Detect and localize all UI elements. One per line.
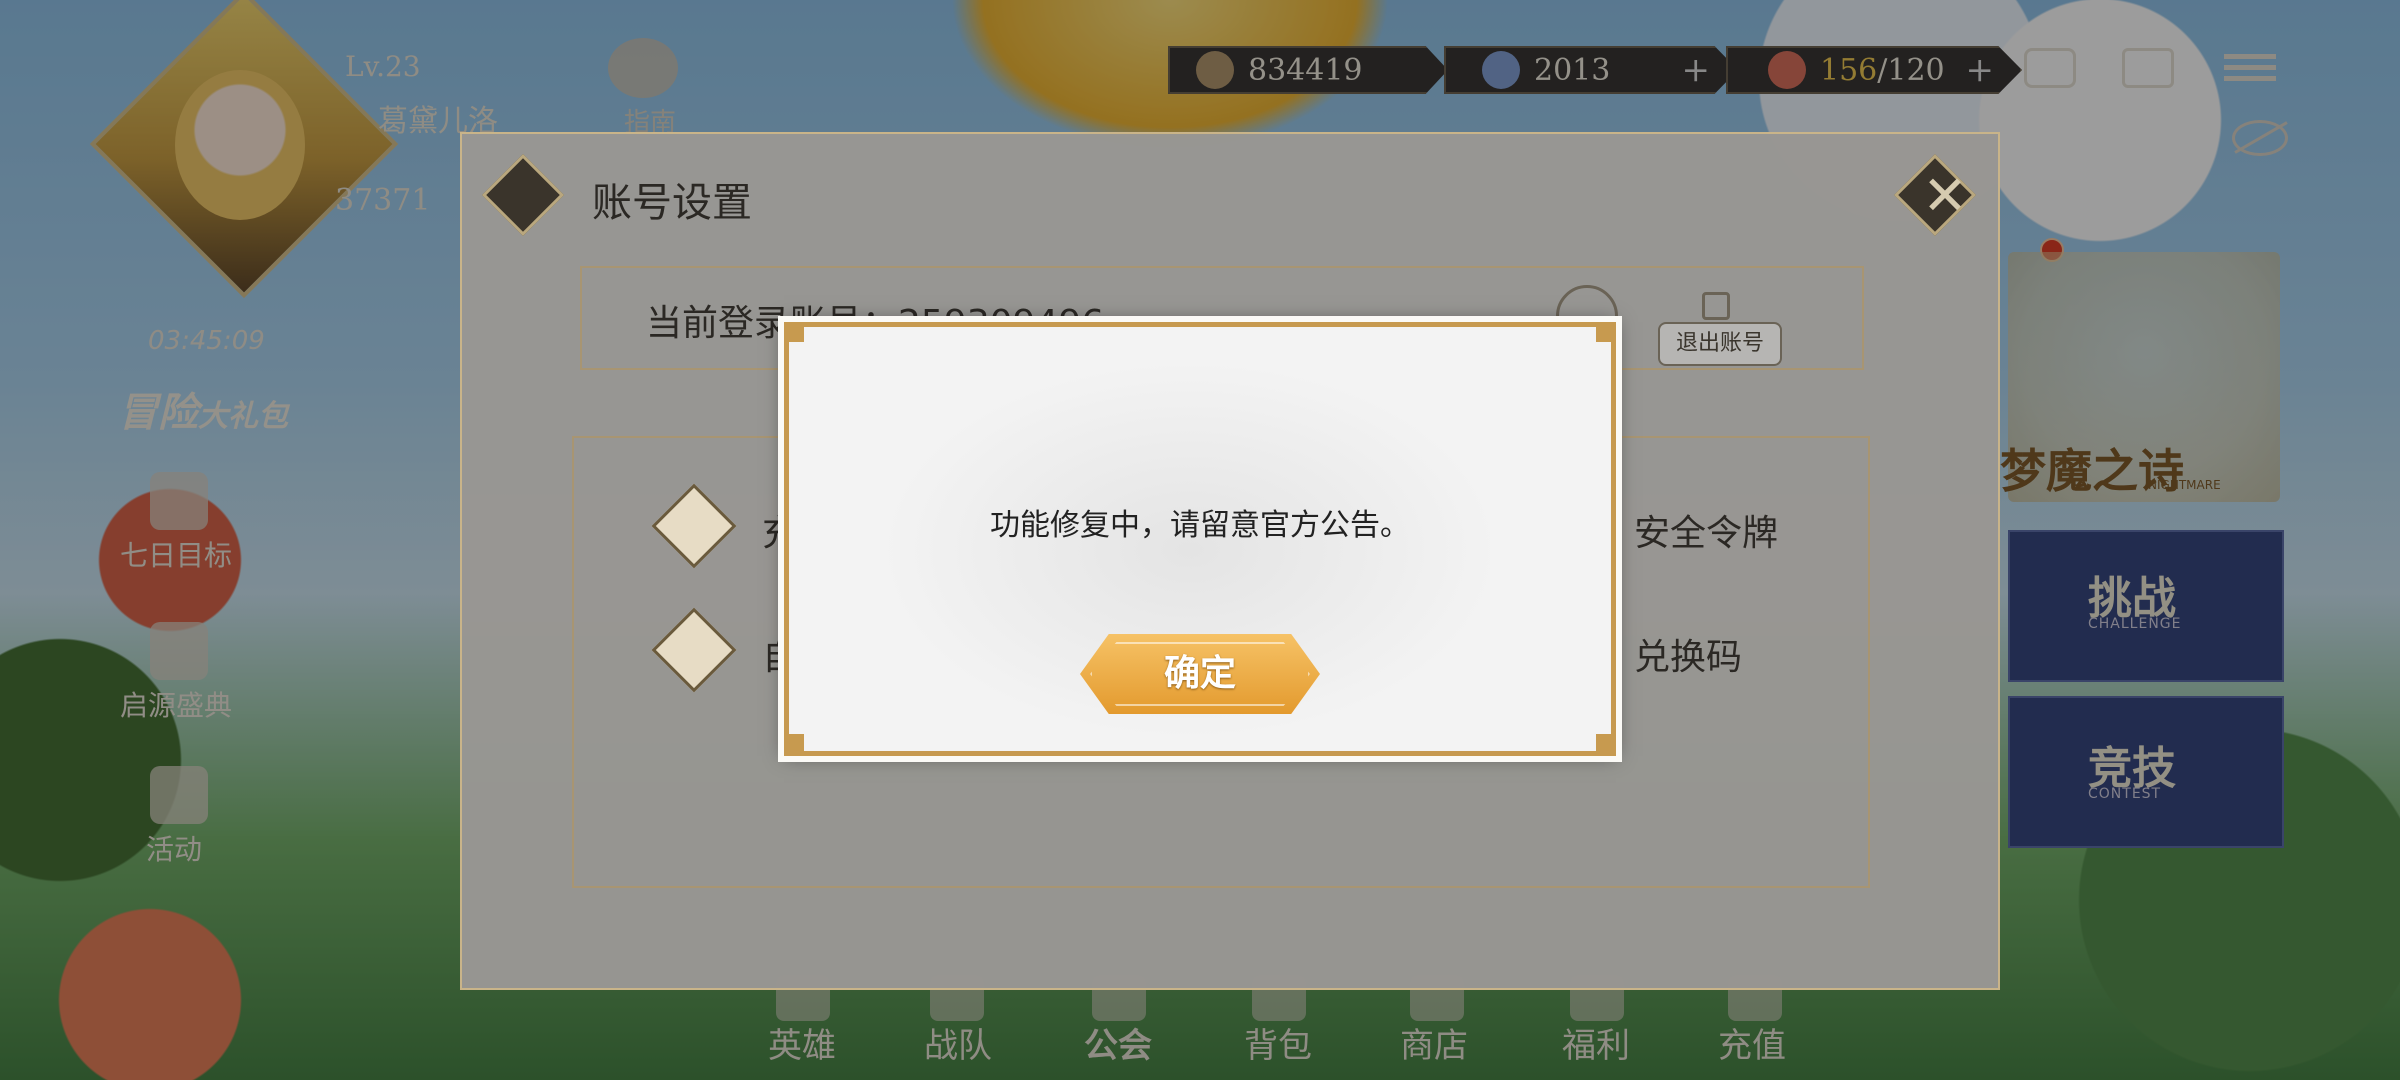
dialog-corner [1596, 734, 1614, 752]
logout-button[interactable]: 退出账号 [1658, 322, 1782, 366]
logout-icon [1702, 292, 1730, 320]
dialog-corner [786, 324, 804, 342]
redeem-code-option[interactable]: 兑换码 [1634, 628, 1742, 680]
security-token-option[interactable]: 安全令牌 [1634, 504, 1778, 556]
confirm-button[interactable]: 确定 [1080, 634, 1320, 714]
close-icon[interactable]: ✕ [1916, 166, 1974, 226]
panel-title: 账号设置 [592, 180, 752, 226]
dialog-corner [1596, 324, 1614, 342]
dialog-corner [786, 734, 804, 752]
dialog-message: 功能修复中，请留意官方公告。 [990, 508, 1410, 543]
